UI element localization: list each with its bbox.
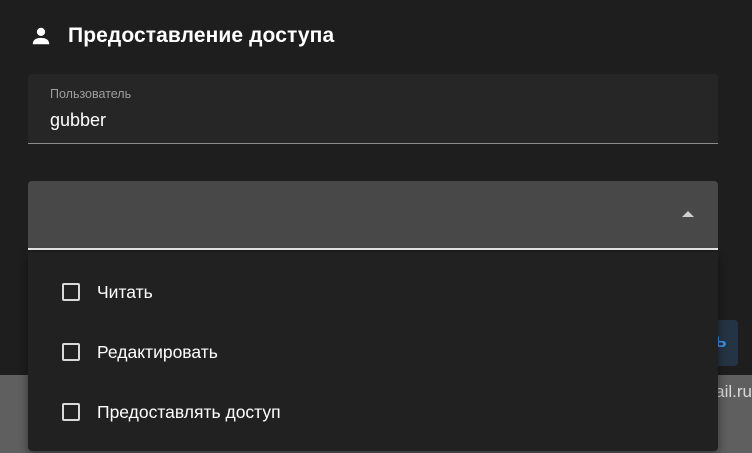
user-field-label: Пользователь [50, 87, 132, 101]
arrow-up-icon[interactable] [682, 211, 694, 217]
user-field[interactable]: Пользователь [28, 74, 718, 144]
permissions-select[interactable] [28, 181, 718, 250]
dialog-header: Предоставление доступа [28, 20, 334, 52]
checkbox-edit[interactable] [62, 343, 80, 361]
menu-item-label: Читать [97, 281, 153, 302]
person-icon [28, 23, 54, 49]
menu-item-label: Редактировать [97, 341, 218, 362]
menu-item-label: Предоставлять доступ [97, 401, 281, 422]
checkbox-read[interactable] [62, 283, 80, 301]
dialog-title: Предоставление доступа [68, 24, 335, 47]
dialog-action-button-label: ь [718, 331, 727, 352]
menu-item-read[interactable]: Читать [28, 262, 718, 322]
menu-item-edit[interactable]: Редактировать [28, 322, 718, 382]
checkbox-share[interactable] [62, 403, 80, 421]
dialog-action-button[interactable]: ь [718, 320, 738, 366]
menu-item-share[interactable]: Предоставлять доступ [28, 382, 718, 442]
permissions-menu: Читать Редактировать Предоставлять досту… [28, 252, 718, 451]
user-input[interactable] [50, 110, 690, 131]
background-email-fragment: ail.ru [715, 382, 752, 401]
page: ail.ru Предоставление доступа Пользовате… [0, 0, 752, 453]
